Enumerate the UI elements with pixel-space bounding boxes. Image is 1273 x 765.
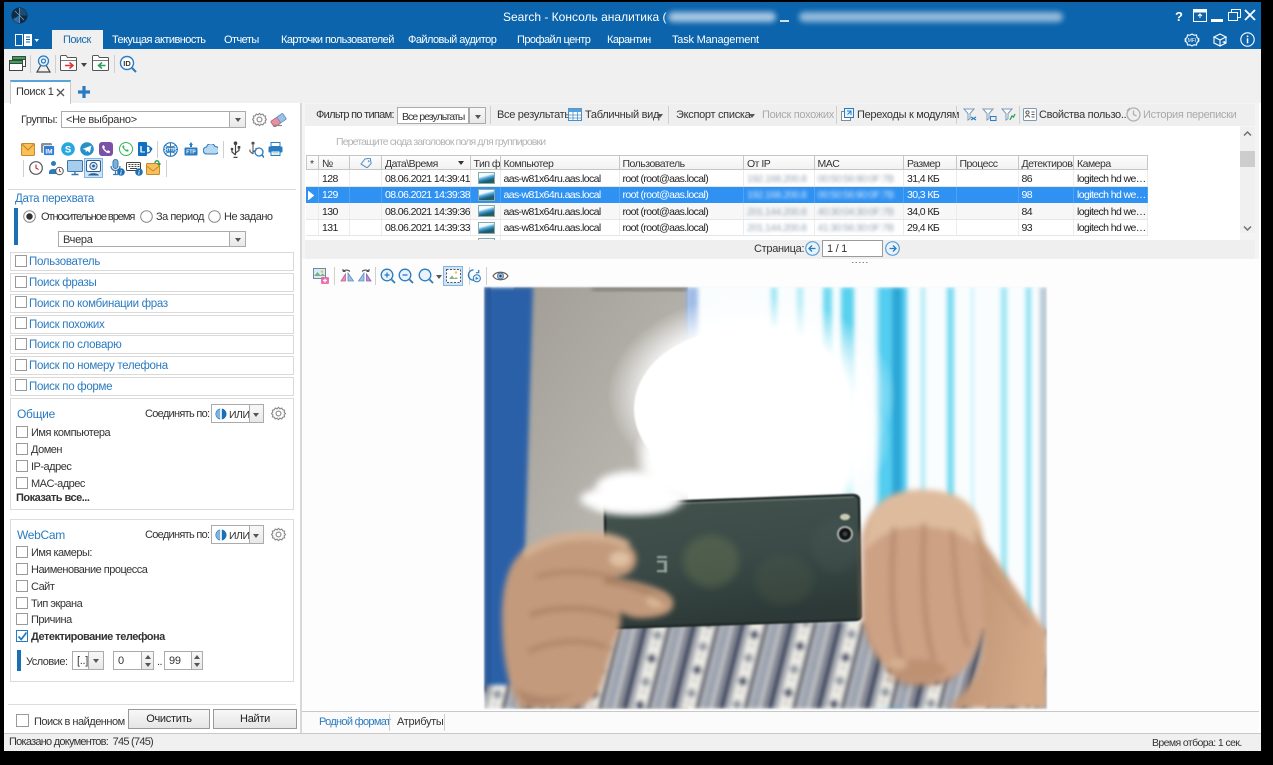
svg-text:FTP: FTP bbox=[186, 150, 196, 156]
svg-text:S: S bbox=[65, 145, 71, 156]
svg-text:L: L bbox=[140, 145, 146, 155]
svg-text:HTTP: HTTP bbox=[165, 147, 176, 152]
svg-text:IM: IM bbox=[45, 148, 52, 155]
svg-text:ID: ID bbox=[123, 59, 131, 68]
svg-text:MFI: MFI bbox=[1188, 38, 1197, 44]
